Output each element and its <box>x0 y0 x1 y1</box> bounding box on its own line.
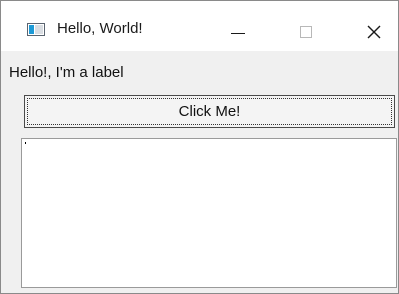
minimize-button[interactable] <box>215 9 261 49</box>
title-bar[interactable]: Hello, World! <box>1 1 398 51</box>
hello-label: Hello!, I'm a label <box>9 64 124 81</box>
app-window: Hello, World! Hello!, I'm a label Click … <box>0 0 399 294</box>
maximize-button[interactable] <box>283 9 329 49</box>
text-area[interactable] <box>21 138 397 288</box>
window-title: Hello, World! <box>57 20 143 37</box>
app-icon <box>27 23 45 36</box>
click-me-button-label: Click Me! <box>27 98 392 125</box>
maximize-icon <box>300 26 312 38</box>
text-caret <box>25 142 26 144</box>
click-me-button[interactable]: Click Me! <box>24 95 395 128</box>
close-icon <box>367 25 381 39</box>
close-button[interactable] <box>351 9 397 49</box>
minimize-icon <box>231 33 245 34</box>
